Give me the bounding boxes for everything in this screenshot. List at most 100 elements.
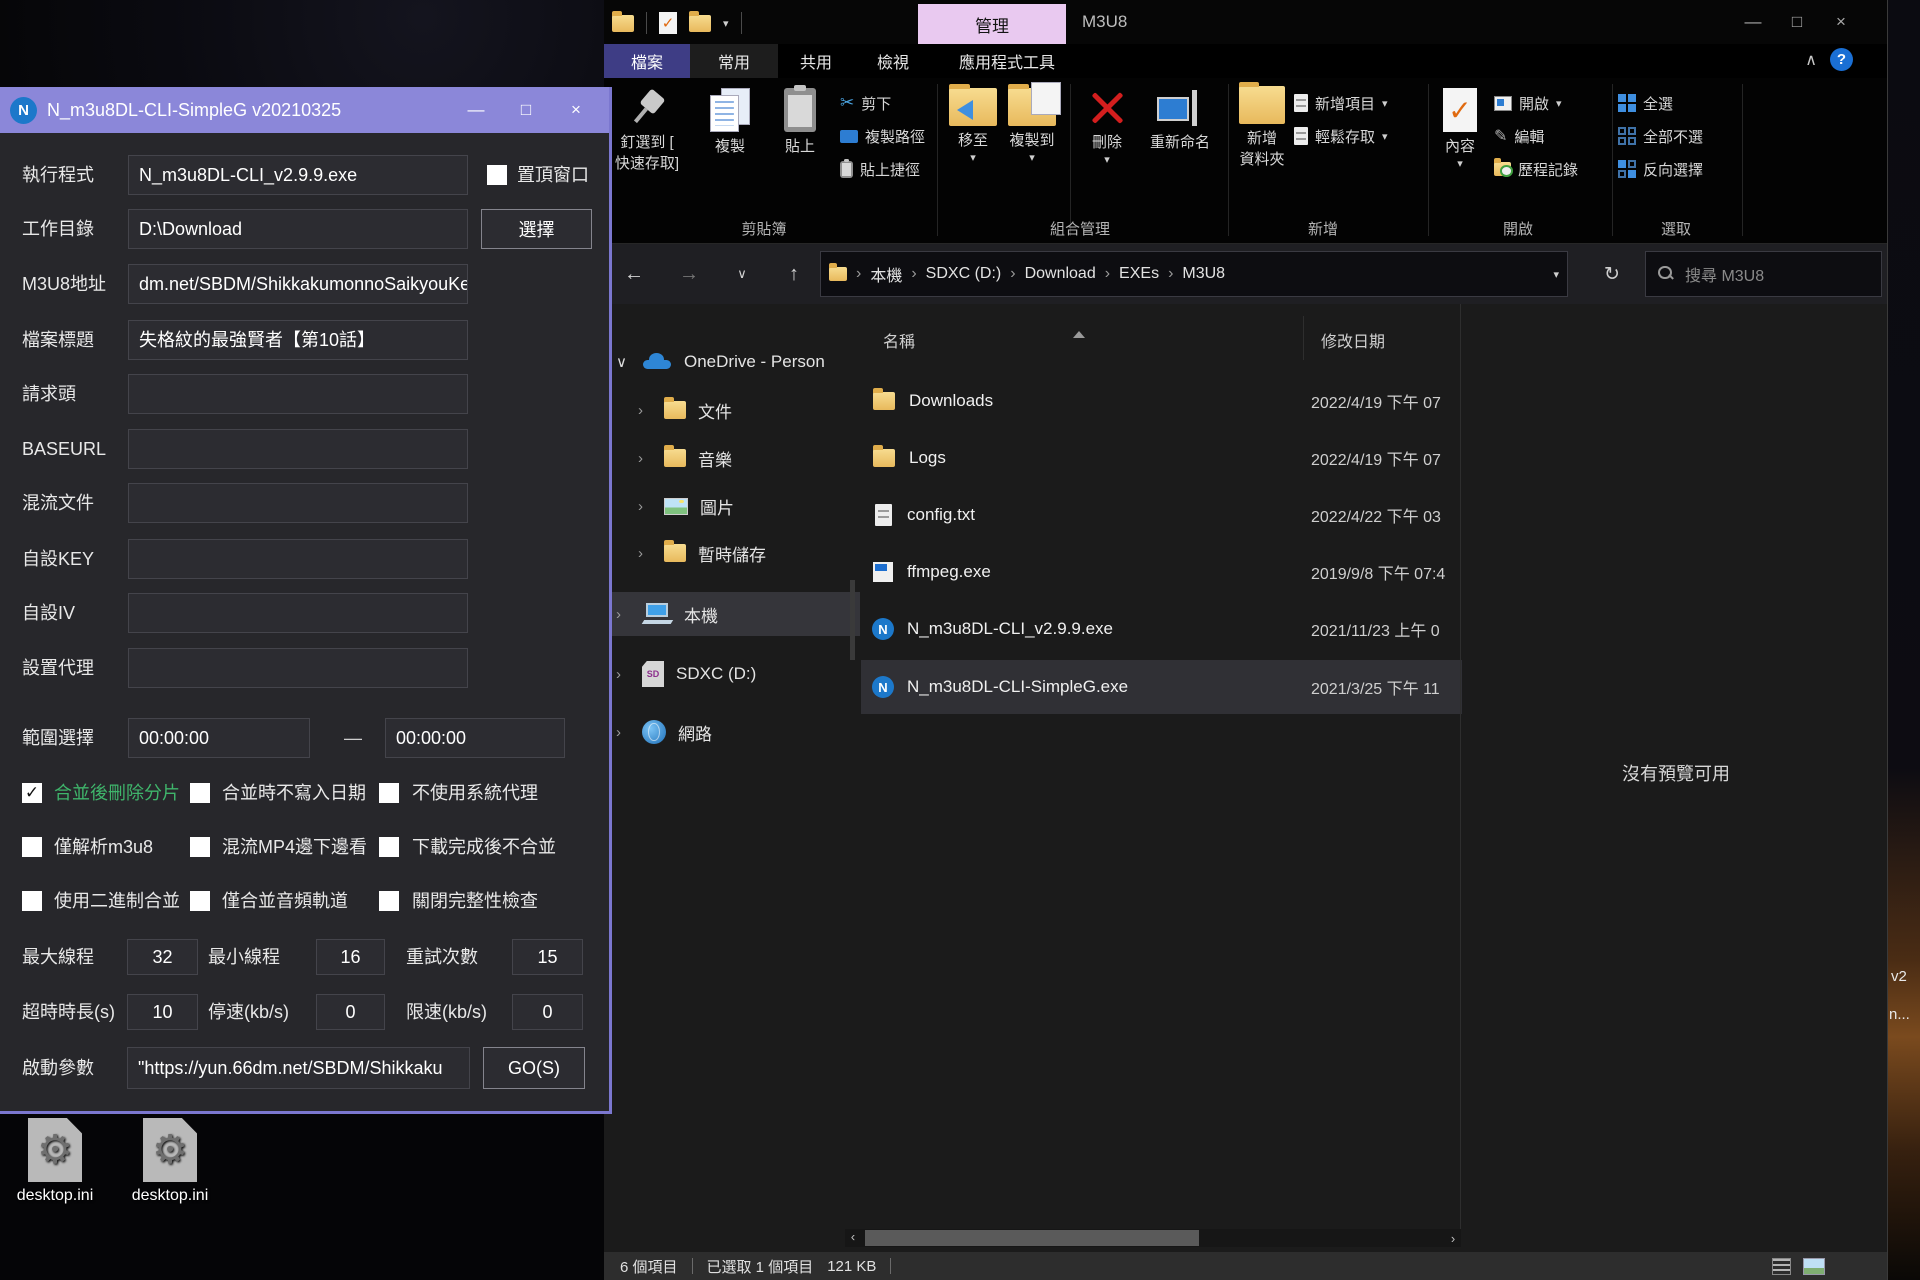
chevron-right-icon[interactable]: › xyxy=(638,450,652,467)
recent-locations-icon[interactable]: ∨ xyxy=(722,244,762,304)
select-none-button[interactable]: 全部不選 xyxy=(1618,123,1703,149)
breadcrumb[interactable]: › 本機 › SDXC (D:) › Download › EXEs › M3U… xyxy=(820,251,1568,297)
chevron-right-icon[interactable]: › xyxy=(638,498,652,515)
sort-ascending-icon[interactable] xyxy=(1073,314,1085,332)
chevron-right-icon[interactable]: › xyxy=(616,724,630,741)
sidebar-item-music[interactable]: › 音樂 xyxy=(638,438,732,478)
retry-count-input[interactable]: 15 xyxy=(512,939,583,975)
chevron-right-icon[interactable]: › xyxy=(638,545,652,562)
chevron-right-icon[interactable]: › xyxy=(638,402,652,419)
help-icon[interactable]: ? xyxy=(1830,48,1853,71)
m3u8-url-input[interactable]: dm.net/SBDM/ShikkakumonnoSaikyouKenja10.… xyxy=(128,264,468,304)
proxy-input[interactable] xyxy=(128,648,468,688)
copy-path-button[interactable]: 複製路徑 xyxy=(840,123,925,149)
del-after-merge-checkbox[interactable] xyxy=(22,783,42,803)
address-dropdown-icon[interactable]: ▾ xyxy=(1553,268,1559,281)
no-merge-checkbox[interactable] xyxy=(379,837,399,857)
table-row-selected[interactable]: N_m3u8DL-CLI-SimpleG.exe 2021/3/25 下午 11 xyxy=(861,660,1462,714)
preview-pane-divider[interactable] xyxy=(1460,304,1461,1230)
mux-file-input[interactable] xyxy=(128,483,468,523)
exe-input[interactable]: N_m3u8DL-CLI_v2.9.9.exe xyxy=(128,155,468,195)
qat-dropdown-icon[interactable]: ▾ xyxy=(723,17,729,30)
scroll-left-icon[interactable]: › xyxy=(845,1231,861,1246)
range-to-input[interactable]: 00:00:00 xyxy=(385,718,565,758)
breadcrumb-exes[interactable]: EXEs xyxy=(1119,265,1159,283)
open-button[interactable]: 開啟 ▾ xyxy=(1494,90,1562,116)
sidebar-scrollbar[interactable] xyxy=(850,580,855,660)
timeout-input[interactable]: 10 xyxy=(127,994,198,1030)
qat-checkmark-doc-icon[interactable] xyxy=(659,12,677,34)
range-from-input[interactable]: 00:00:00 xyxy=(128,718,310,758)
refresh-icon[interactable]: ↻ xyxy=(1589,244,1635,304)
table-row[interactable]: Logs 2022/4/19 下午 07 xyxy=(861,432,1460,484)
table-row[interactable]: config.txt 2022/4/22 下午 03 xyxy=(861,489,1460,541)
edit-button[interactable]: ✎ 編輯 xyxy=(1494,123,1544,149)
no-integrity-check-checkbox[interactable] xyxy=(379,891,399,911)
breadcrumb-m3u8[interactable]: M3U8 xyxy=(1182,265,1225,283)
chevron-down-icon[interactable]: ∨ xyxy=(616,353,630,371)
go-button[interactable]: GO(S) xyxy=(483,1047,585,1089)
table-row[interactable]: N_m3u8DL-CLI_v2.9.9.exe 2021/11/23 上午 0 xyxy=(861,603,1460,655)
close-button[interactable]: × xyxy=(1819,0,1863,44)
thumbnail-view-icon[interactable] xyxy=(1803,1258,1825,1275)
app-close-button[interactable]: × xyxy=(551,87,601,133)
cut-button[interactable]: ✂ 剪下 xyxy=(840,90,891,116)
sidebar-item-network[interactable]: › 網路 xyxy=(616,712,712,752)
qat-folder2-icon[interactable] xyxy=(689,15,711,32)
binary-merge-checkbox[interactable] xyxy=(22,891,42,911)
invert-selection-button[interactable]: 反向選擇 xyxy=(1618,156,1703,182)
forward-icon[interactable]: → xyxy=(669,244,709,304)
sidebar-item-pictures[interactable]: › 圖片 xyxy=(638,486,734,526)
scroll-right-icon[interactable]: › xyxy=(1445,1231,1461,1246)
desktop-icon-desktop-ini[interactable]: desktop.ini xyxy=(115,1118,225,1205)
breadcrumb-drive[interactable]: SDXC (D:) xyxy=(926,265,1002,283)
tab-home[interactable]: 常用 xyxy=(690,44,778,78)
audio-only-checkbox[interactable] xyxy=(190,891,210,911)
app-minimize-button[interactable]: — xyxy=(451,87,501,133)
speed-limit-input[interactable]: 0 xyxy=(512,994,583,1030)
column-divider[interactable] xyxy=(1303,316,1304,360)
choose-button[interactable]: 選擇 xyxy=(481,209,592,249)
chevron-right-icon[interactable]: › xyxy=(616,606,630,623)
details-view-icon[interactable] xyxy=(1772,1258,1791,1275)
custom-key-input[interactable] xyxy=(128,539,468,579)
new-item-button[interactable]: 新增項目 ▾ xyxy=(1294,90,1388,116)
mux-while-dl-checkbox[interactable] xyxy=(190,837,210,857)
select-all-button[interactable]: 全選 xyxy=(1618,90,1673,116)
filename-input[interactable]: 失格紋的最強賢者【第10話】 xyxy=(128,320,468,360)
paste-button[interactable]: 貼上 xyxy=(745,88,855,157)
min-threads-input[interactable]: 16 xyxy=(316,939,385,975)
no-proxy-checkbox[interactable] xyxy=(379,783,399,803)
easy-access-button[interactable]: 輕鬆存取 ▾ xyxy=(1294,123,1388,149)
sidebar-item-sdxc-drive[interactable]: › SDXC (D:) xyxy=(616,654,756,694)
search-box[interactable]: 搜尋 M3U8 xyxy=(1645,251,1882,297)
breadcrumb-this-pc[interactable]: 本機 xyxy=(870,262,902,286)
sidebar-item-documents[interactable]: › 文件 xyxy=(638,390,732,430)
paste-shortcut-button[interactable]: 貼上捷徑 xyxy=(840,156,920,182)
sidebar-item-onedrive[interactable]: ∨ OneDrive - Person xyxy=(616,342,825,382)
up-icon[interactable]: ↑ xyxy=(774,244,814,304)
tab-share[interactable]: 共用 xyxy=(778,44,854,78)
baseurl-input[interactable] xyxy=(128,429,468,469)
app-maximize-button[interactable]: □ xyxy=(501,87,551,133)
tab-view[interactable]: 檢視 xyxy=(854,44,932,78)
no-date-checkbox[interactable] xyxy=(190,783,210,803)
sidebar-item-temp-storage[interactable]: › 暫時儲存 xyxy=(638,533,766,573)
minimize-button[interactable]: — xyxy=(1731,0,1775,44)
headers-input[interactable] xyxy=(128,374,468,414)
maximize-button[interactable]: □ xyxy=(1775,0,1819,44)
scrollbar-thumb[interactable] xyxy=(865,1230,1199,1246)
sidebar-item-this-pc[interactable]: › 本機 xyxy=(616,594,718,634)
parse-only-checkbox[interactable] xyxy=(22,837,42,857)
stop-speed-input[interactable]: 0 xyxy=(316,994,385,1030)
tab-file[interactable]: 檔案 xyxy=(604,44,690,78)
column-header-date[interactable]: 修改日期 xyxy=(1321,328,1385,352)
column-header-name[interactable]: 名稱 xyxy=(883,328,915,352)
history-button[interactable]: 歷程記錄 xyxy=(1494,156,1578,182)
topmost-checkbox[interactable] xyxy=(487,165,507,185)
table-row[interactable]: Downloads 2022/4/19 下午 07 xyxy=(861,375,1460,427)
qat-folder-icon[interactable] xyxy=(612,15,634,32)
manage-contextual-tab[interactable]: 管理 xyxy=(918,4,1066,44)
breadcrumb-download[interactable]: Download xyxy=(1025,265,1096,283)
desktop-icon-desktop-ini[interactable]: desktop.ini xyxy=(0,1118,110,1205)
